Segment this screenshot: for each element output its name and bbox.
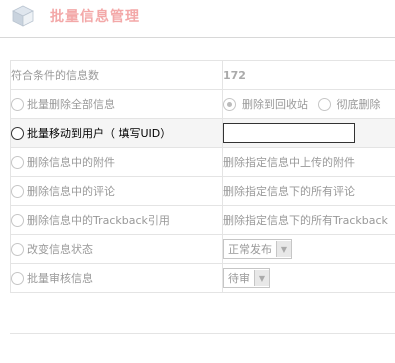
table-row: 删除信息中的评论 删除指定信息下的所有评论: [10, 176, 395, 206]
delete-attachments-label: 删除信息中的附件: [27, 156, 115, 169]
change-status-radio[interactable]: [11, 242, 24, 256]
move-to-user-radio[interactable]: [11, 126, 24, 140]
status-select-value: 正常发布: [228, 243, 272, 256]
table-row: 批量移动到用户（ 填写UID）: [10, 118, 395, 148]
delete-comments-desc: 删除指定信息下的所有评论: [222, 176, 395, 206]
delete-attachments-radio[interactable]: [11, 155, 24, 169]
move-to-user-label: 批量移动到用户（ 填写UID）: [27, 127, 172, 140]
table-row: 改变信息状态 正常发布 ▼: [10, 234, 395, 264]
delete-trackback-radio[interactable]: [11, 213, 24, 227]
chevron-down-icon[interactable]: ▼: [276, 241, 291, 257]
box-logo-icon: [12, 5, 34, 27]
table-row: 删除信息中的Trackback引用 删除指定信息下的所有Trackback: [10, 205, 395, 235]
delete-to-recycle-label: 删除到回收站: [242, 98, 308, 111]
header-divider: [0, 37, 395, 38]
count-label: 符合条件的信息数: [10, 60, 223, 90]
batch-review-radio[interactable]: [11, 271, 24, 285]
table-row: 删除信息中的附件 删除指定信息中上传的附件: [10, 147, 395, 177]
table-row: 批量删除全部信息 删除到回收站 彻底删除: [10, 89, 395, 119]
delete-attachments-desc: 删除指定信息中上传的附件: [222, 147, 395, 177]
batch-review-label: 批量审核信息: [27, 272, 93, 285]
table-row: 符合条件的信息数 172: [10, 60, 395, 90]
delete-trackback-desc: 删除指定信息下的所有Trackback: [222, 205, 395, 235]
batch-options-table: 符合条件的信息数 172 批量删除全部信息 删除到回收站 彻底删除 批量移动到用…: [10, 60, 395, 293]
header: 批量信息管理: [0, 0, 395, 36]
delete-to-recycle-radio[interactable]: [223, 97, 236, 111]
chevron-down-icon[interactable]: ▼: [254, 270, 269, 286]
delete-comments-label: 删除信息中的评论: [27, 185, 115, 198]
status-select[interactable]: 正常发布 ▼: [223, 239, 292, 259]
delete-permanent-label: 彻底删除: [336, 98, 381, 111]
delete-all-radio[interactable]: [11, 97, 24, 111]
delete-permanent-radio[interactable]: [317, 97, 331, 111]
table-row: 批量审核信息 待审 ▼: [10, 263, 395, 293]
count-value: 172: [223, 68, 246, 82]
footer-divider: [10, 333, 395, 334]
delete-all-label: 批量删除全部信息: [27, 98, 115, 111]
delete-comments-radio[interactable]: [11, 184, 24, 198]
uid-input[interactable]: [223, 123, 355, 143]
change-status-label: 改变信息状态: [27, 243, 93, 256]
delete-trackback-label: 删除信息中的Trackback引用: [27, 214, 170, 227]
page-title: 批量信息管理: [50, 9, 140, 25]
review-select-value: 待审: [228, 272, 250, 285]
review-select[interactable]: 待审 ▼: [223, 268, 270, 288]
